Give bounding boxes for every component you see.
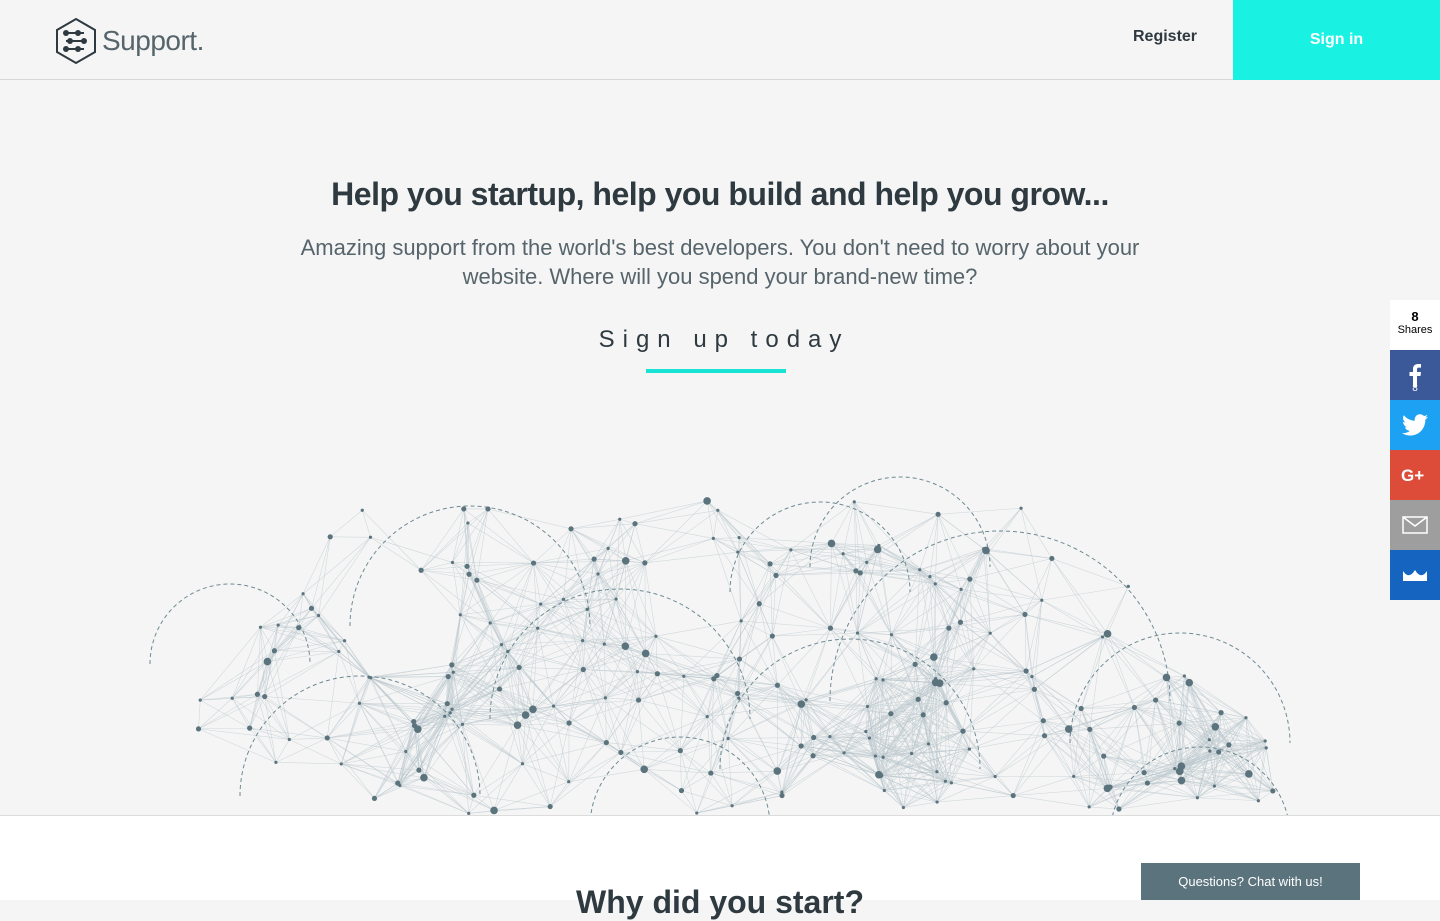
register-link[interactable]: Register bbox=[1133, 28, 1197, 46]
chat-widget-button[interactable]: Questions? Chat with us! bbox=[1141, 863, 1360, 900]
google-plus-share-button[interactable]: G+ bbox=[1390, 450, 1440, 500]
share-count: 8 Shares bbox=[1390, 300, 1440, 350]
header: Support. Register Sign in bbox=[0, 0, 1440, 80]
email-share-button[interactable] bbox=[1390, 500, 1440, 550]
sumome-icon bbox=[1402, 568, 1428, 582]
twitter-share-button[interactable] bbox=[1390, 400, 1440, 450]
google-plus-icon: G+ bbox=[1401, 466, 1429, 484]
signup-underline bbox=[646, 369, 786, 373]
facebook-share-count: 8 bbox=[1390, 383, 1440, 394]
hero-subtitle: Amazing support from the world's best de… bbox=[300, 233, 1140, 291]
signup-button[interactable]: Sign up today bbox=[0, 326, 1440, 354]
twitter-icon bbox=[1402, 414, 1428, 436]
logo-text: Support. bbox=[102, 25, 204, 57]
network-globe-illustration bbox=[0, 470, 1440, 815]
facebook-share-button[interactable]: 8 bbox=[1390, 350, 1440, 400]
logo[interactable]: Support. bbox=[54, 17, 204, 65]
signin-button[interactable]: Sign in bbox=[1233, 0, 1440, 80]
share-count-label: Shares bbox=[1390, 324, 1440, 337]
share-bar: 8 Shares 8 G+ bbox=[1390, 300, 1440, 600]
svg-text:G+: G+ bbox=[1401, 466, 1424, 484]
hero-title: Help you startup, help you build and hel… bbox=[0, 176, 1440, 213]
email-icon bbox=[1402, 516, 1428, 534]
share-count-number: 8 bbox=[1390, 310, 1440, 324]
sumome-share-button[interactable] bbox=[1390, 550, 1440, 600]
logo-icon bbox=[54, 17, 98, 65]
